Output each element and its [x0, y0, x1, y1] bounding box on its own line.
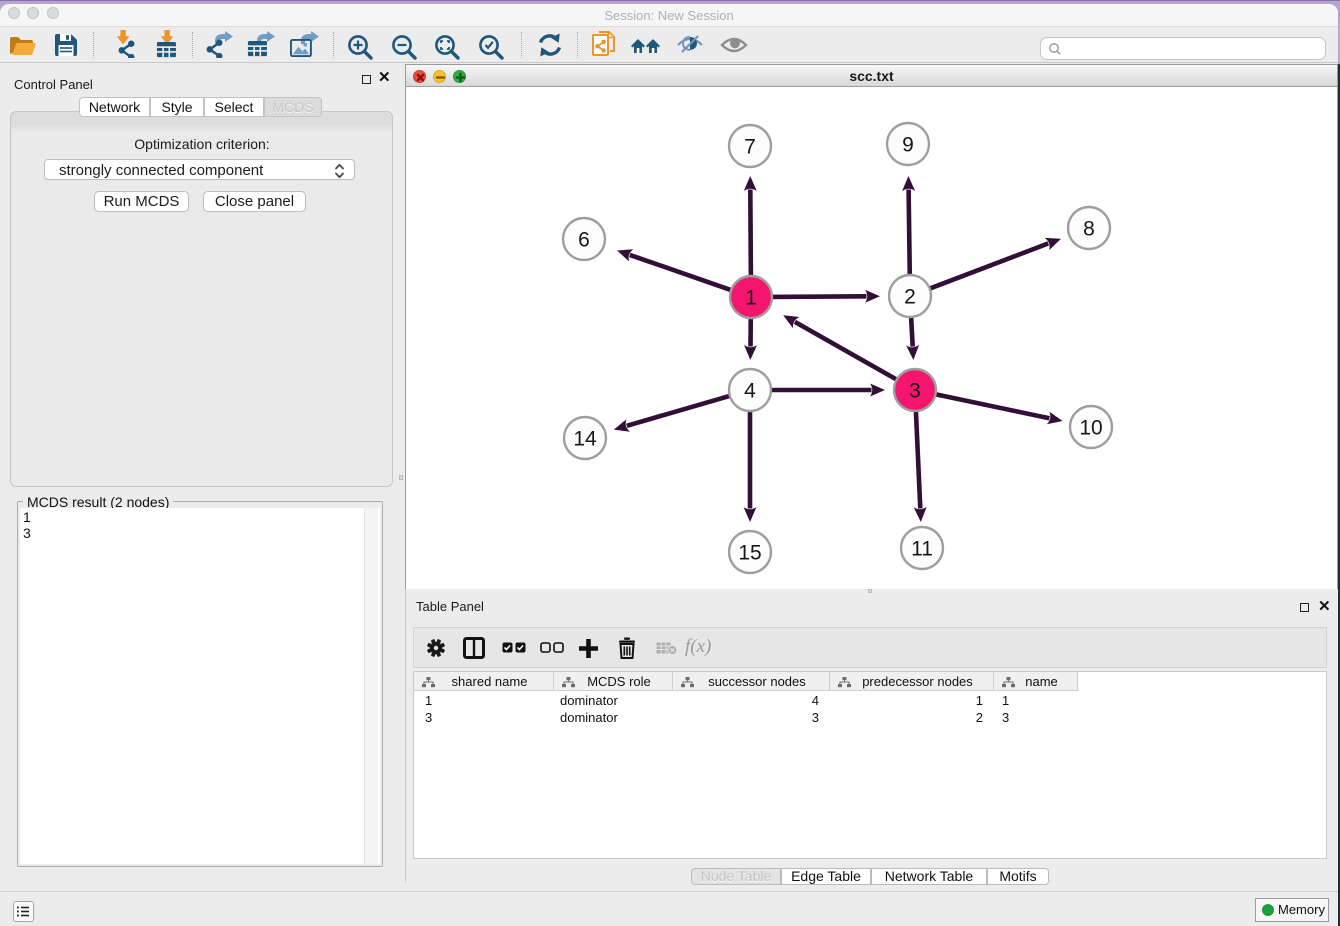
svg-text:6: 6: [578, 229, 590, 252]
svg-text:4: 4: [744, 380, 756, 403]
svg-text:3: 3: [909, 380, 921, 403]
svg-text:15: 15: [738, 542, 761, 565]
svg-text:14: 14: [573, 428, 597, 451]
svg-text:1: 1: [745, 287, 757, 310]
svg-text:7: 7: [744, 136, 756, 159]
svg-text:2: 2: [904, 286, 916, 309]
svg-text:11: 11: [911, 538, 933, 561]
svg-text:8: 8: [1083, 218, 1095, 241]
svg-text:9: 9: [902, 134, 914, 157]
svg-text:10: 10: [1079, 417, 1102, 440]
